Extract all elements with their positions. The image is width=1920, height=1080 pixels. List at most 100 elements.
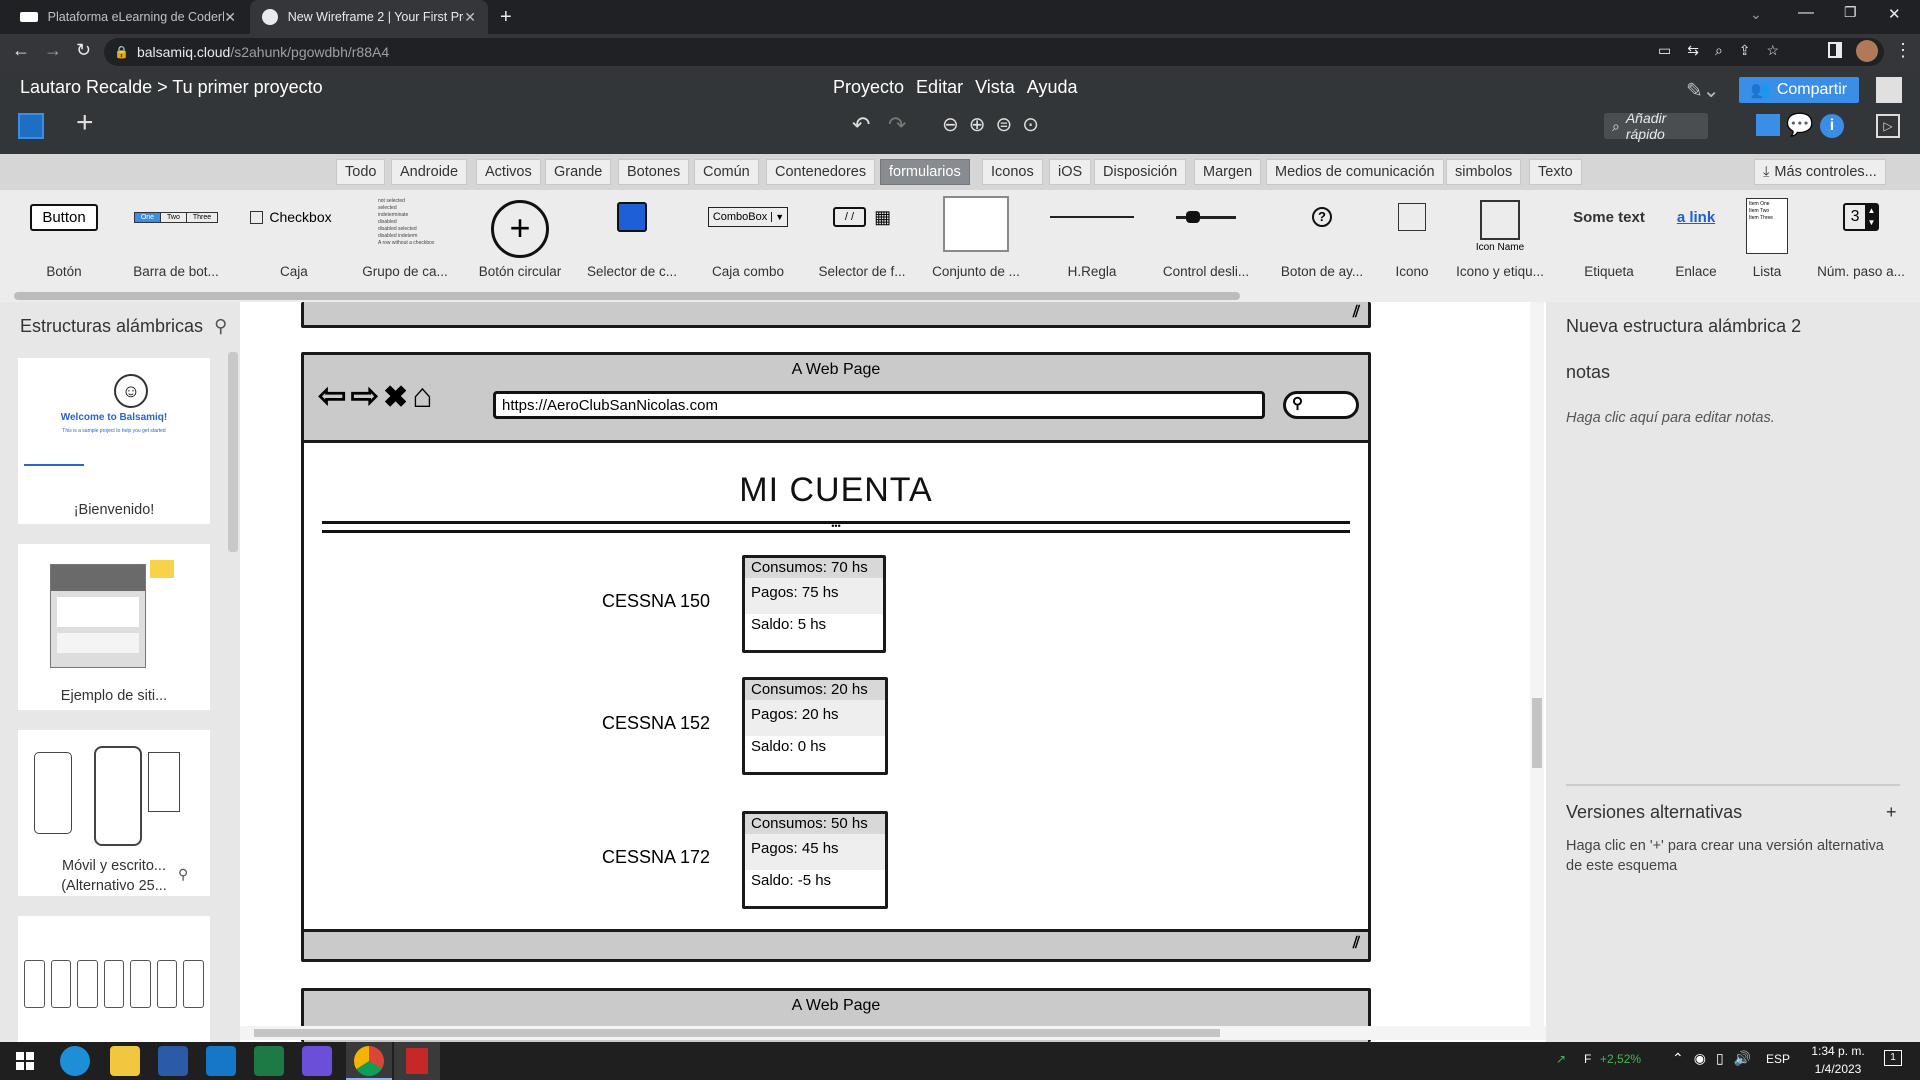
back-icon[interactable]: ← [12,40,30,61]
info-icon[interactable]: i [1820,114,1844,138]
lib-icon-label[interactable]: Icon Name Icono y etiqu... [1450,192,1550,288]
reload-icon[interactable]: ↻ [76,40,91,61]
lib-button-bar[interactable]: One Two Three Barra de bot... [128,192,224,288]
clock-time[interactable]: 1:34 p. m. [1808,1044,1868,1058]
close-tab-icon[interactable]: ✕ [224,9,236,26]
user-avatar[interactable] [1876,77,1902,103]
comment-icon[interactable]: 💬 [1786,112,1813,138]
canvas-hscroll-thumb[interactable] [254,1029,1220,1037]
close-window-icon[interactable]: ✕ [1888,5,1901,23]
lib-fieldset[interactable]: Conjunto de ... [928,192,1024,288]
file-explorer-icon[interactable] [110,1046,140,1076]
thumb-ejemplo-sitio[interactable]: Ejemplo de siti... [18,544,210,710]
quick-add-input[interactable]: ⌕ Añadir rápido [1604,110,1708,142]
layout-icon[interactable] [1756,114,1780,136]
filter-botones[interactable]: Botones [618,159,690,185]
lib-color-picker[interactable]: Selector de c... [584,192,680,288]
close-tab-icon[interactable]: ✕ [464,9,476,26]
browser-window-wireframe[interactable]: A Web Page ⇦⇨✖⌂ https://AeroClubSanNicol… [301,352,1371,962]
lib-list[interactable]: Item One Item Two Item Three Lista [1744,192,1790,288]
mail-icon[interactable] [206,1046,236,1076]
chrome-taskbar-item[interactable] [346,1042,392,1080]
lib-checkbox[interactable]: Checkbox Caja [246,192,336,288]
menu-proyecto[interactable]: Proyecto [833,77,904,98]
lib-round-button[interactable]: + Botón circular [472,192,568,288]
tray-icons[interactable]: ⌃◉▯🔊 [1672,1050,1761,1067]
browser-menu-icon[interactable]: ⋮ [1894,40,1912,61]
excel-icon[interactable] [254,1046,284,1076]
lib-link[interactable]: a link Enlace [1664,192,1728,288]
filter-medios[interactable]: Medios de comunicación [1266,159,1444,185]
forward-icon[interactable]: → [44,40,62,61]
lib-date-picker[interactable]: / / ▦ Selector de f... [814,192,910,288]
filter-contenedores[interactable]: Contenedores [766,159,876,185]
edge-icon[interactable] [60,1046,90,1076]
stock-change[interactable]: +2,52% [1600,1052,1641,1066]
filter-simbolos[interactable]: simbolos [1446,159,1522,185]
browser-tab-1[interactable]: Plataforma eLearning de Coderh ✕ [8,0,248,34]
zoom-controls[interactable]: ⊖⊕⊜⊙ [942,112,1049,137]
address-bar[interactable]: 🔒 balsamiq.cloud/s2ahunk/pgowdbh/r88A4 [104,38,1884,66]
lib-stepper[interactable]: 3 ▲ ▼ Núm. paso a... [1816,192,1906,288]
library-scrollbar[interactable] [0,290,1920,302]
filter-iconos[interactable]: Iconos [982,159,1043,185]
clock-date[interactable]: 1/4/2023 [1808,1062,1868,1076]
menu-editar[interactable]: Editar [916,77,963,98]
thumb-bienvenido[interactable]: ☺ Welcome to Balsamiq! This is a sample … [18,358,210,524]
add-version-button[interactable]: + [1886,802,1897,823]
minimize-icon[interactable]: — [1798,4,1814,22]
lib-checkbox-group[interactable]: not selected selected indeterminate disa… [360,192,450,288]
lib-slider[interactable]: Control desli... [1158,192,1254,288]
redo-icon[interactable]: ↷ [888,112,906,138]
profile-avatar[interactable] [1856,40,1878,62]
filter-texto[interactable]: Texto [1529,159,1582,185]
word-icon[interactable] [158,1046,188,1076]
new-tab-icon[interactable]: + [500,6,512,29]
notification-icon[interactable]: 1 [1884,1050,1902,1066]
more-controls-button[interactable]: ⤓ Más controles... [1754,159,1886,185]
canvas-vscroll-thumb[interactable] [1532,698,1542,768]
lib-button[interactable]: Button Botón [20,192,108,288]
present-icon[interactable]: ▷ [1876,114,1900,138]
filter-disposicion[interactable]: Disposición [1094,159,1187,185]
menu-vista[interactable]: Vista [975,77,1015,98]
notes-edit-area[interactable]: Haga clic aquí para editar notas. [1566,410,1775,426]
wireframe-title[interactable]: Nueva estructura alámbrica 2 [1566,316,1801,337]
thumb-movil-escritorio[interactable]: Móvil y escrito... (Alternativo 25... ⚲ [18,730,210,896]
filter-margen[interactable]: Margen [1194,159,1262,185]
lib-hrule[interactable]: H.Regla [1044,192,1140,288]
wireframes-panel-icon[interactable] [18,113,44,139]
pencil-icon[interactable]: ✎⌄ [1686,78,1720,103]
filter-ios[interactable]: iOS [1049,159,1092,185]
language-indicator[interactable]: ESP [1766,1052,1790,1066]
lib-help-button[interactable]: ? Boton de ay... [1274,192,1370,288]
canvas-vscrollbar[interactable] [1530,302,1544,1026]
share-button[interactable]: 👥 Compartir [1739,77,1859,103]
left-panel-scrollbar[interactable] [228,352,238,552]
filter-comun[interactable]: Común [694,159,759,185]
filter-androide[interactable]: Androide [391,159,468,185]
browser-tab-2[interactable]: New Wireframe 2 | Your First Proj ✕ [250,0,488,34]
canvas-hscrollbar[interactable] [240,1026,1546,1040]
stock-label[interactable]: F [1584,1052,1591,1066]
restore-icon[interactable]: ❐ [1844,4,1857,21]
tab-search-icon[interactable]: ⌄ [1750,6,1762,23]
filter-todo[interactable]: Todo [336,159,386,185]
sidebar-icon[interactable] [1828,42,1842,58]
filter-grande[interactable]: Grande [545,159,612,185]
thumb-4[interactable] [18,916,210,1042]
filter-activos[interactable]: Activos [476,159,541,185]
filter-formularios[interactable]: formularios [880,159,970,185]
wireframe-search-field[interactable]: ⚲ [1283,391,1359,419]
windows-start-icon[interactable] [16,1052,34,1070]
menu-ayuda[interactable]: Ayuda [1027,77,1078,98]
breadcrumb[interactable]: Lautaro Recalde > Tu primer proyecto [20,77,323,98]
lib-combobox[interactable]: ComboBox ▼ Caja combo [700,192,796,288]
branch-icon[interactable]: ⚲ [214,316,227,336]
wireframe-url-field[interactable]: https://AeroClubSanNicolas.com [493,391,1265,419]
lib-icon[interactable]: Icono [1392,192,1432,288]
library-scroll-thumb[interactable] [14,292,1240,300]
app-icon[interactable] [302,1046,332,1076]
add-icon[interactable]: + [76,108,94,138]
undo-icon[interactable]: ↶ [852,112,870,138]
